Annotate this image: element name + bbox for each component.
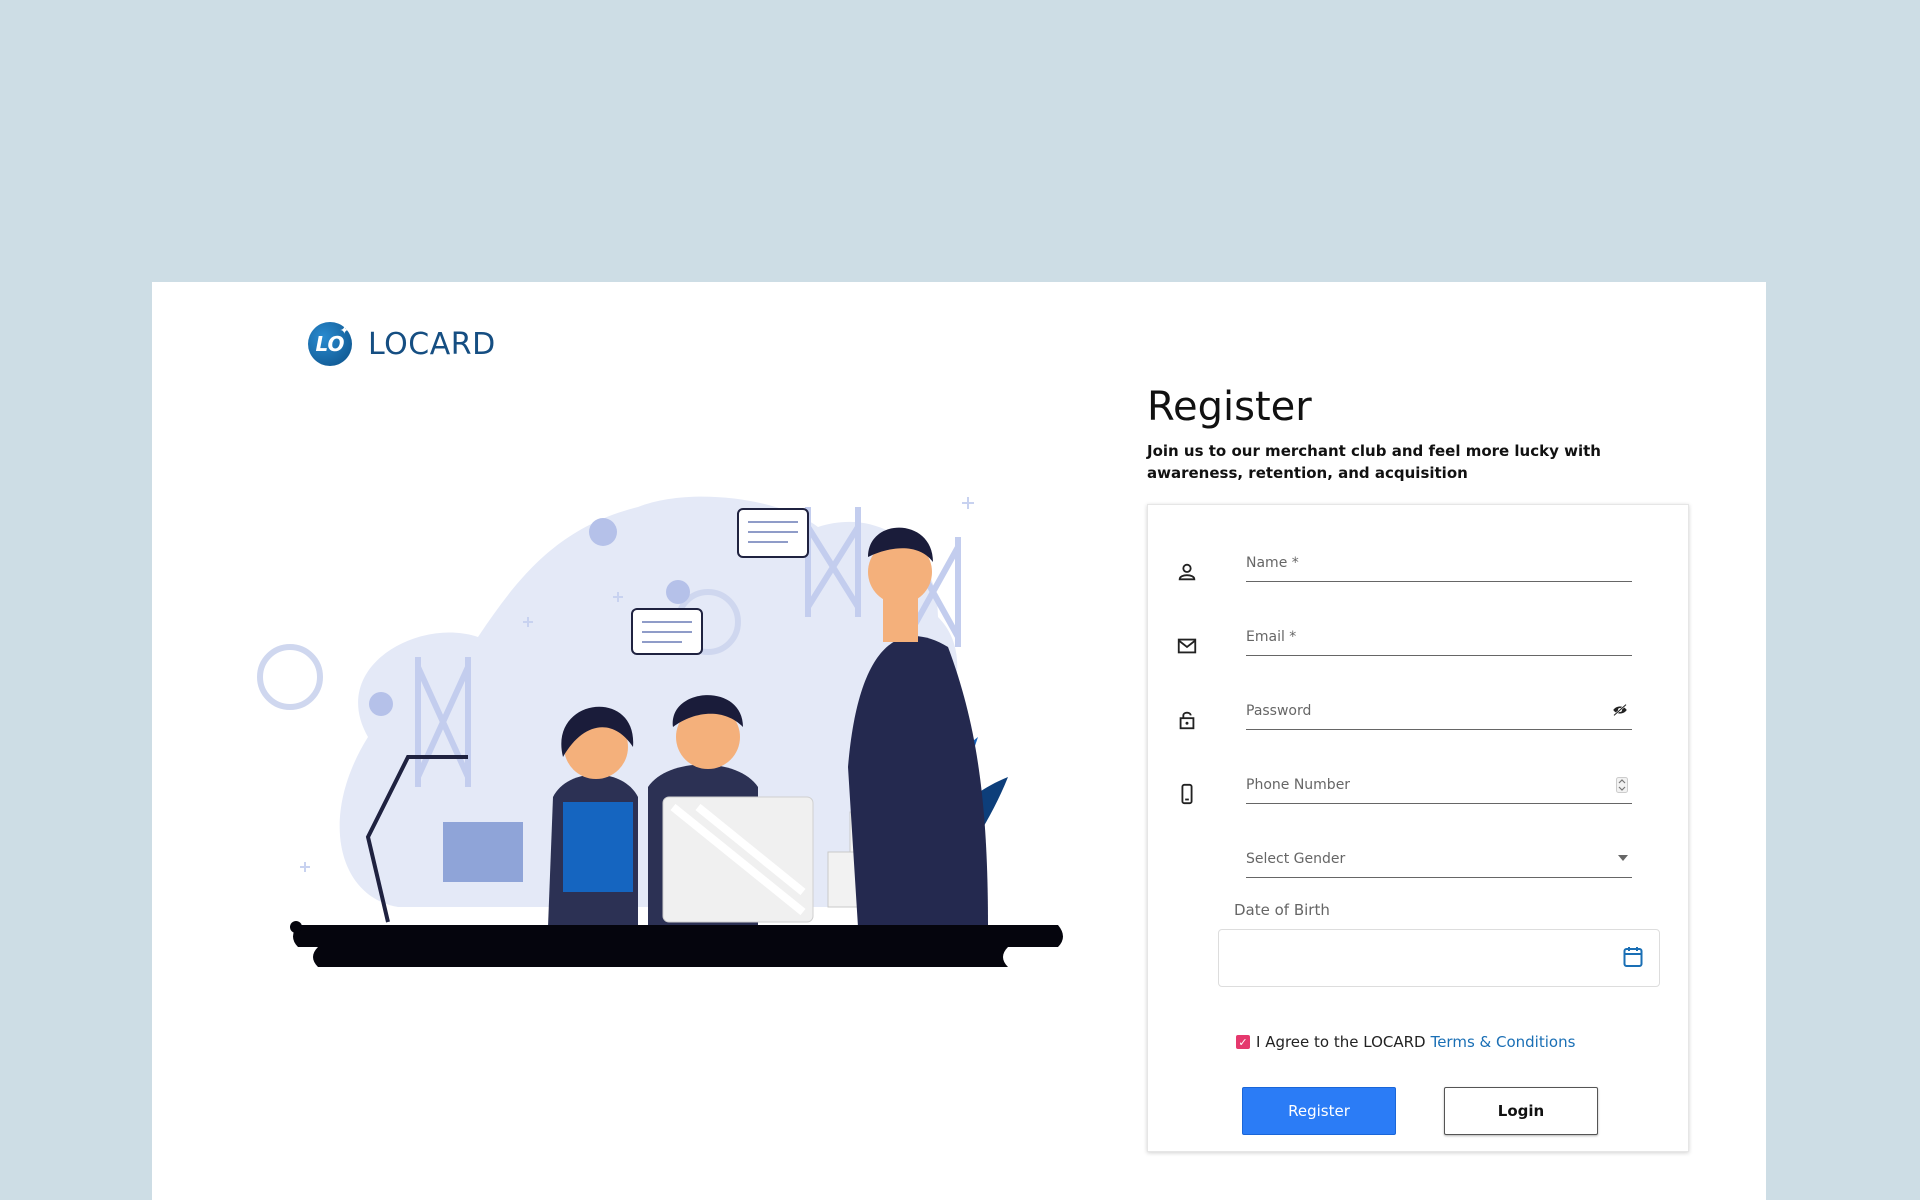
terms-link[interactable]: Terms & Conditions — [1431, 1033, 1576, 1051]
lock-icon — [1179, 711, 1195, 730]
mail-icon — [1177, 638, 1197, 654]
page-title: Register — [1147, 384, 1312, 430]
name-row: Name * — [1176, 523, 1660, 583]
caret-down-icon — [1618, 855, 1628, 861]
number-spinner-icon[interactable] — [1616, 777, 1628, 793]
phone-icon — [1181, 783, 1193, 805]
gender-select[interactable]: Select Gender — [1246, 837, 1632, 878]
gender-row: Select Gender — [1176, 819, 1660, 879]
phone-row: Phone Number — [1176, 745, 1660, 805]
team-illustration — [257, 496, 1063, 967]
password-placeholder: Password — [1246, 703, 1312, 719]
eye-off-icon[interactable] — [1612, 703, 1628, 717]
calendar-icon[interactable] — [1623, 946, 1643, 968]
brand-name: LOCARD — [368, 326, 496, 362]
brand-logo: LO ✦ LOCARD — [308, 322, 496, 366]
email-row: Email * — [1176, 597, 1660, 657]
register-card: LO ✦ LOCARD Register Join us to our merc… — [152, 282, 1766, 1200]
agree-checkbox[interactable]: ✓ — [1236, 1035, 1250, 1049]
locard-logo-icon: LO ✦ — [308, 322, 352, 366]
page-subtitle: Join us to our merchant club and feel mo… — [1147, 442, 1601, 482]
register-header: Register Join us to our merchant club an… — [1147, 384, 1687, 484]
password-field[interactable]: Password — [1246, 689, 1632, 730]
email-placeholder: Email * — [1246, 629, 1297, 645]
name-placeholder: Name * — [1246, 555, 1299, 571]
register-form: Name * Email * Password Phone Number Sel… — [1147, 504, 1689, 1152]
phone-placeholder: Phone Number — [1246, 777, 1351, 793]
gender-placeholder: Select Gender — [1246, 851, 1346, 867]
agree-text: I Agree to the LOCARD — [1256, 1033, 1426, 1051]
password-row: Password — [1176, 671, 1660, 731]
login-button[interactable]: Login — [1444, 1087, 1598, 1135]
dob-label: Date of Birth — [1234, 901, 1330, 919]
name-field[interactable]: Name * — [1246, 541, 1632, 582]
terms-agreement: ✓ I Agree to the LOCARD Terms & Conditio… — [1236, 1033, 1575, 1051]
dob-input[interactable] — [1218, 929, 1660, 987]
phone-field[interactable]: Phone Number — [1246, 763, 1632, 804]
email-field[interactable]: Email * — [1246, 615, 1632, 656]
person-icon — [1178, 563, 1196, 581]
register-button[interactable]: Register — [1242, 1087, 1396, 1135]
